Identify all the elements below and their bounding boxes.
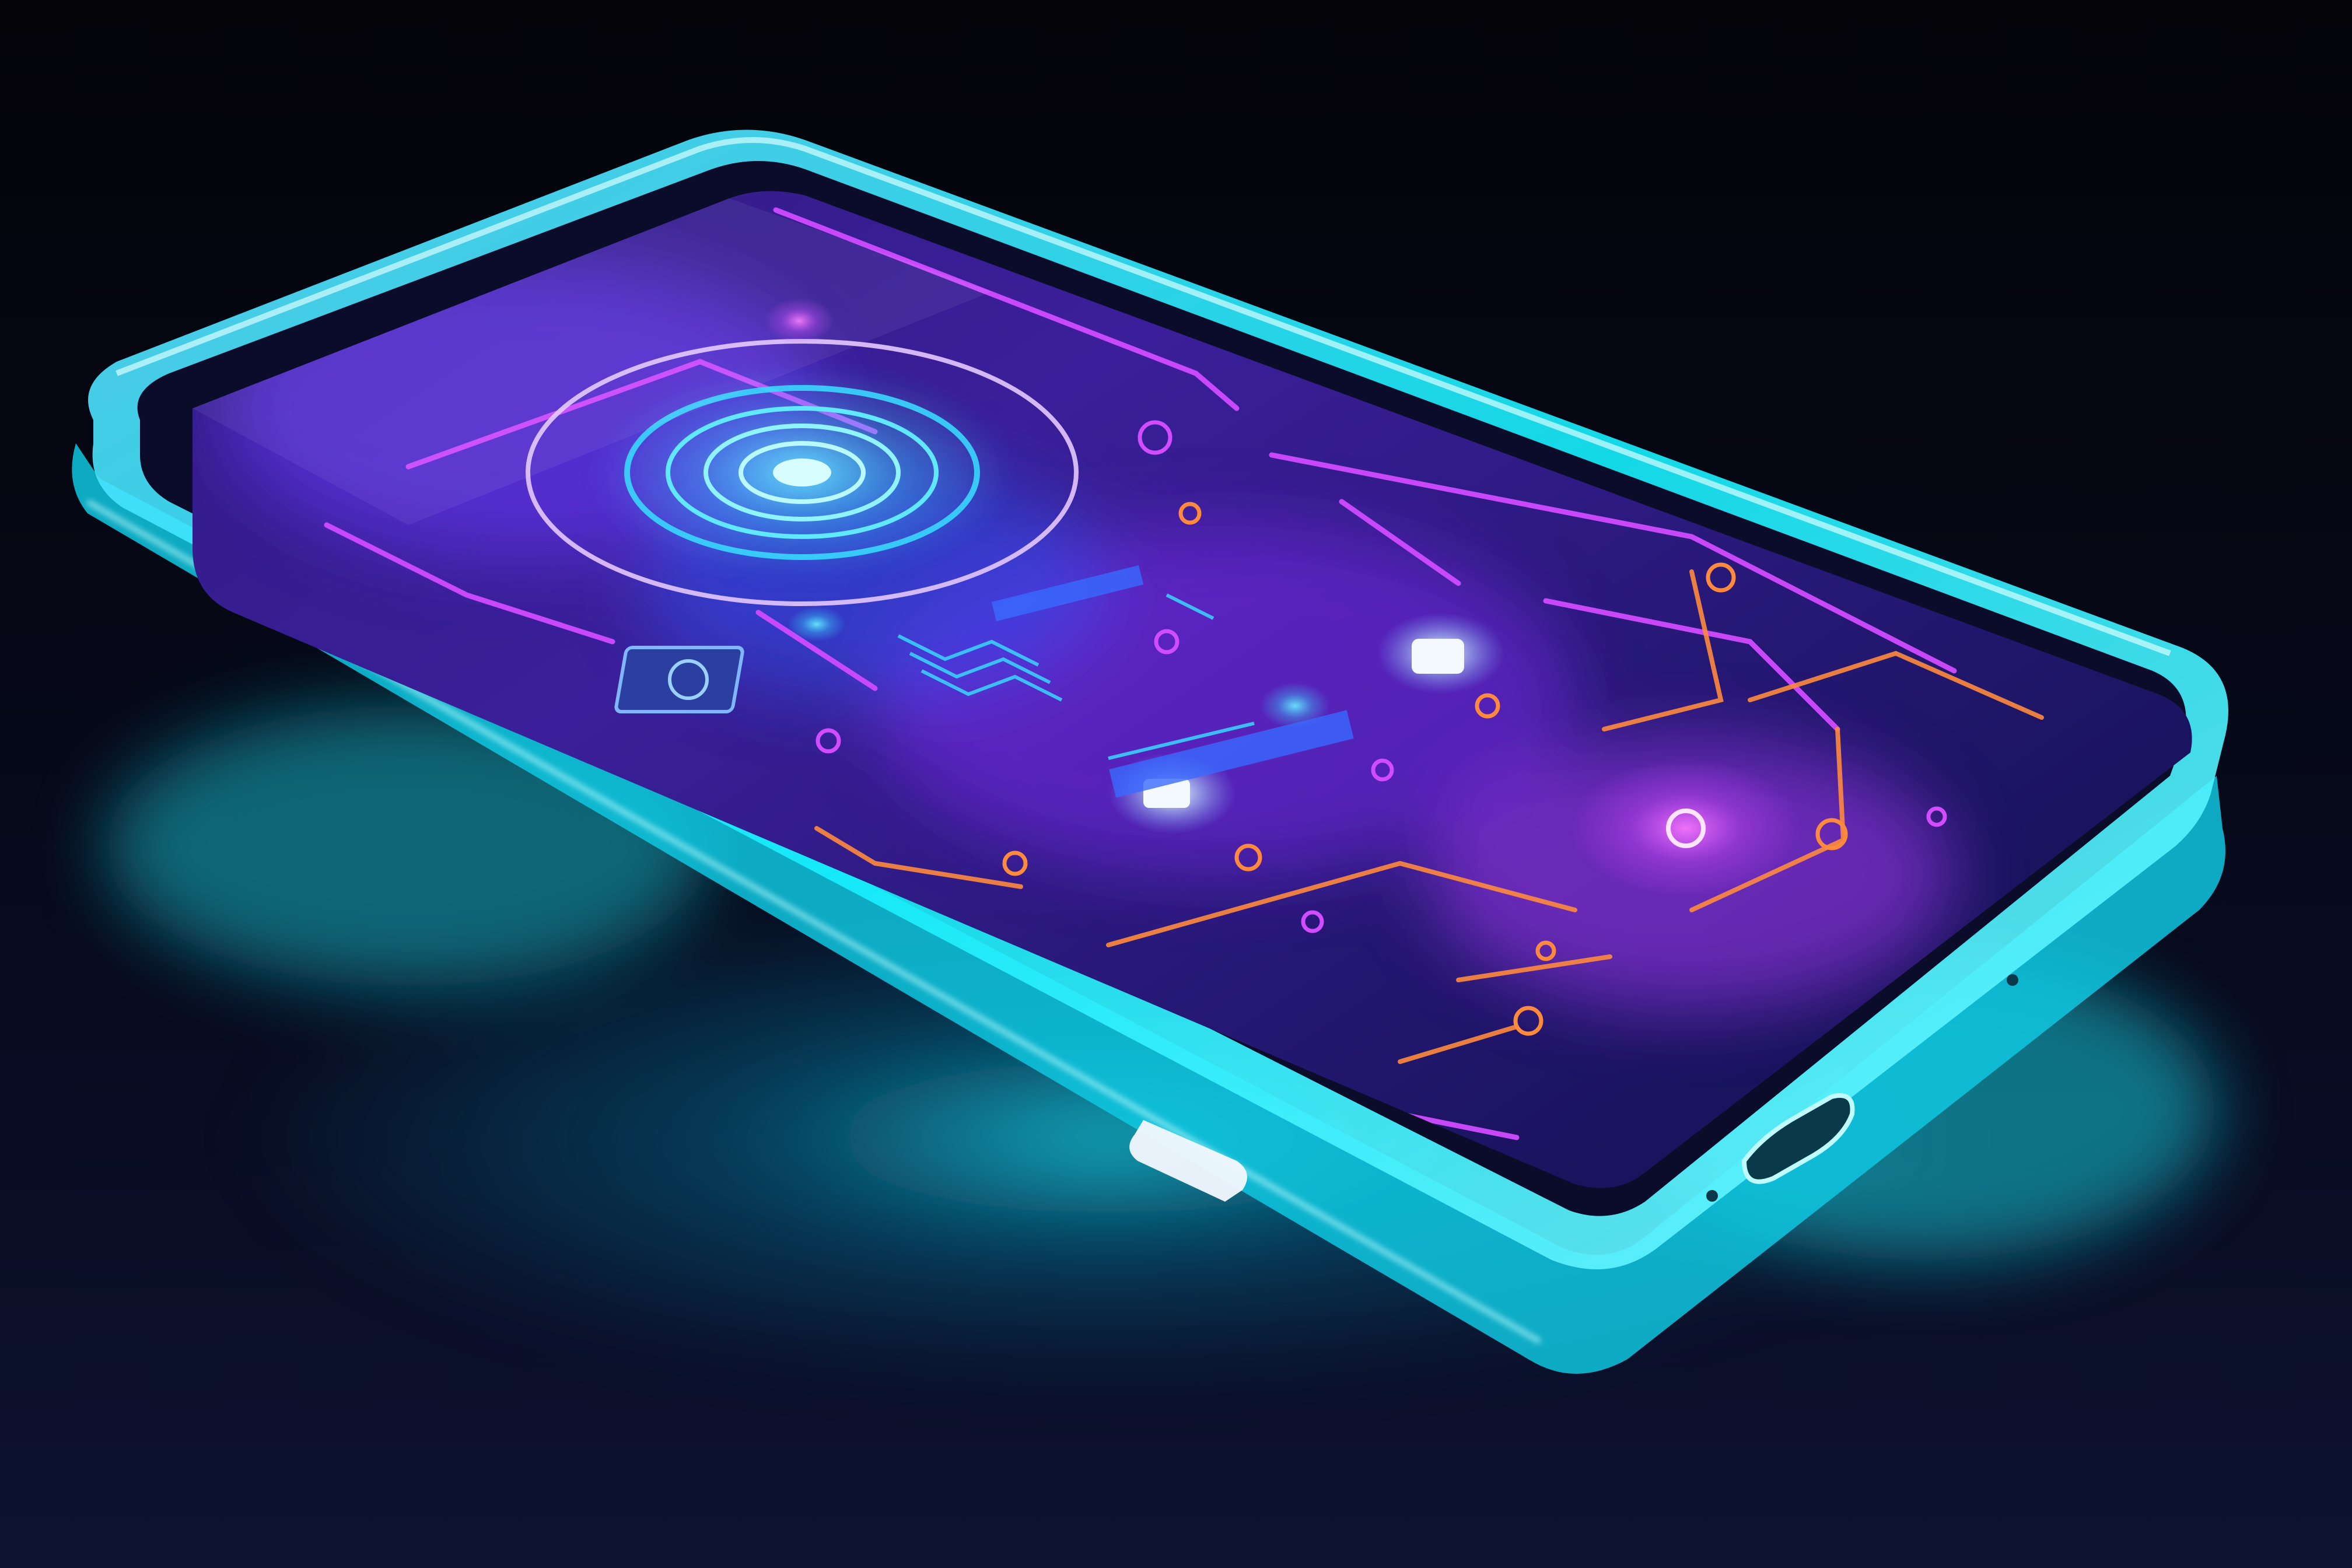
chip-icon	[614, 646, 744, 713]
neon-phone-scene	[0, 0, 2352, 1568]
